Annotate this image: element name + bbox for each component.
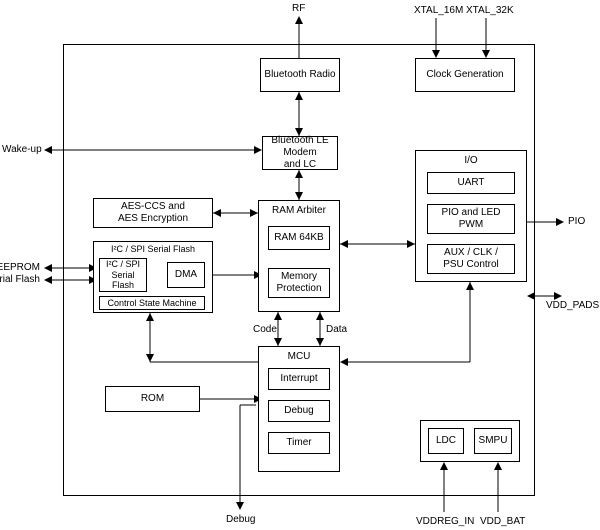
label-spi-serial-flash: SPI Serial Flash [0,274,40,285]
text: PIO and LED PWM [442,207,501,231]
label-vdd-bat: VDD_BAT [480,516,525,527]
block-ldc: LDC [428,428,464,454]
label-i2c-eeprom: I²C EEPROM [0,262,40,273]
label-xtal32: XTAL_32K [466,5,514,16]
block-smpu: SMPU [474,428,512,454]
label-data: Data [326,324,347,335]
block-aux-clk: AUX / CLK / PSU Control [427,244,515,274]
label-rf: RF [292,3,305,14]
title: I/O [464,155,477,167]
block-ram-64kb: RAM 64KB [268,226,330,250]
text: LDC [436,435,456,447]
block-uart: UART [427,172,515,194]
text: I²C / SPI Serial Flash [106,259,140,291]
block-pio-led: PIO and LED PWM [427,204,515,234]
text: UART [457,177,484,189]
label-vddreg-in: VDDREG_IN [416,516,474,527]
text: Debug [284,405,313,417]
text: Interrupt [280,373,317,385]
title: I²C / SPI Serial Flash [111,244,195,255]
label-vdd-pads: VDD_PADS [546,300,599,311]
block-aes: AES-CCS and AES Encryption [93,198,213,228]
text: Bluetooth Radio [264,69,335,81]
label-xtal16: XTAL_16M [414,5,463,16]
block-memory-protection: Memory Protection [268,268,330,298]
block-control-state-machine: Control State Machine [99,296,205,310]
text: Clock Generation [426,69,503,81]
title: RAM Arbiter [272,205,326,217]
block-clock-generation: Clock Generation [415,58,515,92]
text: Memory Protection [276,271,321,295]
block-interrupt: Interrupt [268,368,330,390]
text: Timer [286,437,311,449]
label-wakeup: Wake-up [2,144,42,155]
text: Control State Machine [107,298,196,309]
block-ble-modem: Bluetooth LE Modem and LC [262,136,338,170]
text: ROM [141,393,164,405]
text: DMA [175,269,197,281]
label-pio-out: PIO [568,216,585,227]
label-debug-out: Debug [226,514,255,525]
block-rom: ROM [105,386,200,412]
text: AUX / CLK / PSU Control [443,247,499,271]
block-spi-flash: I²C / SPI Serial Flash [99,258,147,292]
text: SMPU [479,435,508,447]
text: RAM 64KB [274,232,323,244]
text: AES-CCS and AES Encryption [118,201,188,225]
block-dma: DMA [167,262,205,288]
label-code: Code [253,324,277,335]
block-bluetooth-radio: Bluetooth Radio [260,58,340,92]
title: MCU [288,351,311,363]
block-timer: Timer [268,432,330,454]
text: Bluetooth LE Modem and LC [265,135,335,171]
block-debug: Debug [268,400,330,422]
